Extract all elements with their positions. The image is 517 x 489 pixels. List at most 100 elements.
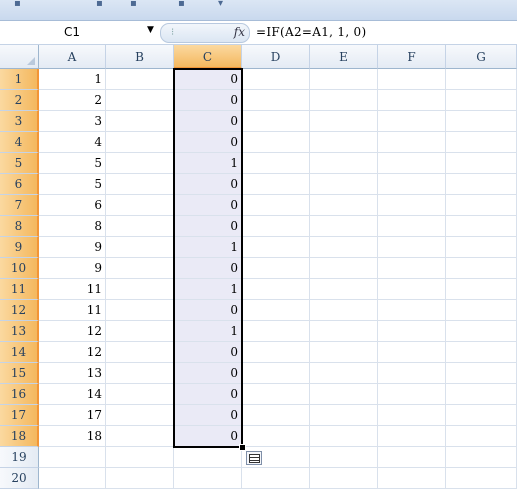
cell-e1[interactable]: [310, 69, 378, 90]
row-header[interactable]: 1: [0, 69, 39, 90]
cell-a17[interactable]: 17: [39, 405, 106, 426]
cell-c14[interactable]: 0: [174, 342, 242, 363]
cell-f12[interactable]: [378, 300, 446, 321]
cell-c7[interactable]: 0: [174, 195, 242, 216]
cell-c2[interactable]: 0: [174, 90, 242, 111]
cell-g7[interactable]: [446, 195, 517, 216]
cell-e15[interactable]: [310, 363, 378, 384]
print-icon[interactable]: ▪: [178, 0, 185, 9]
redo-icon[interactable]: ▪: [130, 0, 137, 9]
cell-d13[interactable]: [242, 321, 310, 342]
cell-f1[interactable]: [378, 69, 446, 90]
row-header[interactable]: 2: [0, 90, 39, 111]
cell-f7[interactable]: [378, 195, 446, 216]
cell-g15[interactable]: [446, 363, 517, 384]
cell-e3[interactable]: [310, 111, 378, 132]
cell-a9[interactable]: 9: [39, 237, 106, 258]
cell-a4[interactable]: 4: [39, 132, 106, 153]
cell-g10[interactable]: [446, 258, 517, 279]
cell-c9[interactable]: 1: [174, 237, 242, 258]
cell-d9[interactable]: [242, 237, 310, 258]
cell-b16[interactable]: [106, 384, 174, 405]
cell-a16[interactable]: 14: [39, 384, 106, 405]
row-header[interactable]: 14: [0, 342, 39, 363]
column-header-d[interactable]: D: [242, 45, 310, 69]
cell-b17[interactable]: [106, 405, 174, 426]
save-icon[interactable]: ▪: [14, 0, 21, 9]
cell-g6[interactable]: [446, 174, 517, 195]
column-header-f[interactable]: F: [378, 45, 446, 69]
cell-f8[interactable]: [378, 216, 446, 237]
row-header[interactable]: 17: [0, 405, 39, 426]
column-header-g[interactable]: G: [446, 45, 517, 69]
row-header[interactable]: 7: [0, 195, 39, 216]
cell-c13[interactable]: 1: [174, 321, 242, 342]
cell-b7[interactable]: [106, 195, 174, 216]
cell-a8[interactable]: 8: [39, 216, 106, 237]
cell-c11[interactable]: 1: [174, 279, 242, 300]
cell-f19[interactable]: [378, 447, 446, 468]
cell-b8[interactable]: [106, 216, 174, 237]
row-header[interactable]: 18: [0, 426, 39, 447]
cell-f5[interactable]: [378, 153, 446, 174]
cell-a3[interactable]: 3: [39, 111, 106, 132]
cell-e5[interactable]: [310, 153, 378, 174]
cell-d12[interactable]: [242, 300, 310, 321]
cell-b4[interactable]: [106, 132, 174, 153]
row-header[interactable]: 5: [0, 153, 39, 174]
cell-g1[interactable]: [446, 69, 517, 90]
cell-f16[interactable]: [378, 384, 446, 405]
select-all-button[interactable]: [0, 45, 39, 69]
cell-b19[interactable]: [106, 447, 174, 468]
cell-g2[interactable]: [446, 90, 517, 111]
cell-b20[interactable]: [106, 468, 174, 489]
cell-d4[interactable]: [242, 132, 310, 153]
customize-dropdown-icon[interactable]: ▾: [218, 0, 223, 9]
row-header[interactable]: 3: [0, 111, 39, 132]
cell-a6[interactable]: 5: [39, 174, 106, 195]
cell-c4[interactable]: 0: [174, 132, 242, 153]
cell-f13[interactable]: [378, 321, 446, 342]
cell-c17[interactable]: 0: [174, 405, 242, 426]
undo-icon[interactable]: ▪: [96, 0, 103, 9]
cell-a11[interactable]: 11: [39, 279, 106, 300]
cell-c1[interactable]: 0: [174, 69, 242, 90]
cell-e8[interactable]: [310, 216, 378, 237]
cell-e2[interactable]: [310, 90, 378, 111]
cell-c19[interactable]: [174, 447, 242, 468]
autofill-options-icon[interactable]: [246, 451, 262, 465]
cell-g16[interactable]: [446, 384, 517, 405]
row-header[interactable]: 6: [0, 174, 39, 195]
cell-c5[interactable]: 1: [174, 153, 242, 174]
cell-f20[interactable]: [378, 468, 446, 489]
cell-e10[interactable]: [310, 258, 378, 279]
cell-f3[interactable]: [378, 111, 446, 132]
cell-d1[interactable]: [242, 69, 310, 90]
cell-a19[interactable]: [39, 447, 106, 468]
cell-g9[interactable]: [446, 237, 517, 258]
cell-g8[interactable]: [446, 216, 517, 237]
cell-d16[interactable]: [242, 384, 310, 405]
cell-a18[interactable]: 18: [39, 426, 106, 447]
cell-f2[interactable]: [378, 90, 446, 111]
cell-b3[interactable]: [106, 111, 174, 132]
cell-b10[interactable]: [106, 258, 174, 279]
cell-b6[interactable]: [106, 174, 174, 195]
cell-d10[interactable]: [242, 258, 310, 279]
cell-g5[interactable]: [446, 153, 517, 174]
cell-c18[interactable]: 0: [174, 426, 242, 447]
row-header[interactable]: 16: [0, 384, 39, 405]
cell-f6[interactable]: [378, 174, 446, 195]
formula-input[interactable]: =IF(A2=A1, 1, 0): [256, 25, 366, 39]
column-header-e[interactable]: E: [310, 45, 378, 69]
cell-a15[interactable]: 13: [39, 363, 106, 384]
cell-d3[interactable]: [242, 111, 310, 132]
cell-c6[interactable]: 0: [174, 174, 242, 195]
cell-g18[interactable]: [446, 426, 517, 447]
row-header[interactable]: 19: [0, 447, 39, 468]
cell-e17[interactable]: [310, 405, 378, 426]
row-header[interactable]: 9: [0, 237, 39, 258]
cell-e4[interactable]: [310, 132, 378, 153]
cell-b13[interactable]: [106, 321, 174, 342]
cell-d20[interactable]: [242, 468, 310, 489]
